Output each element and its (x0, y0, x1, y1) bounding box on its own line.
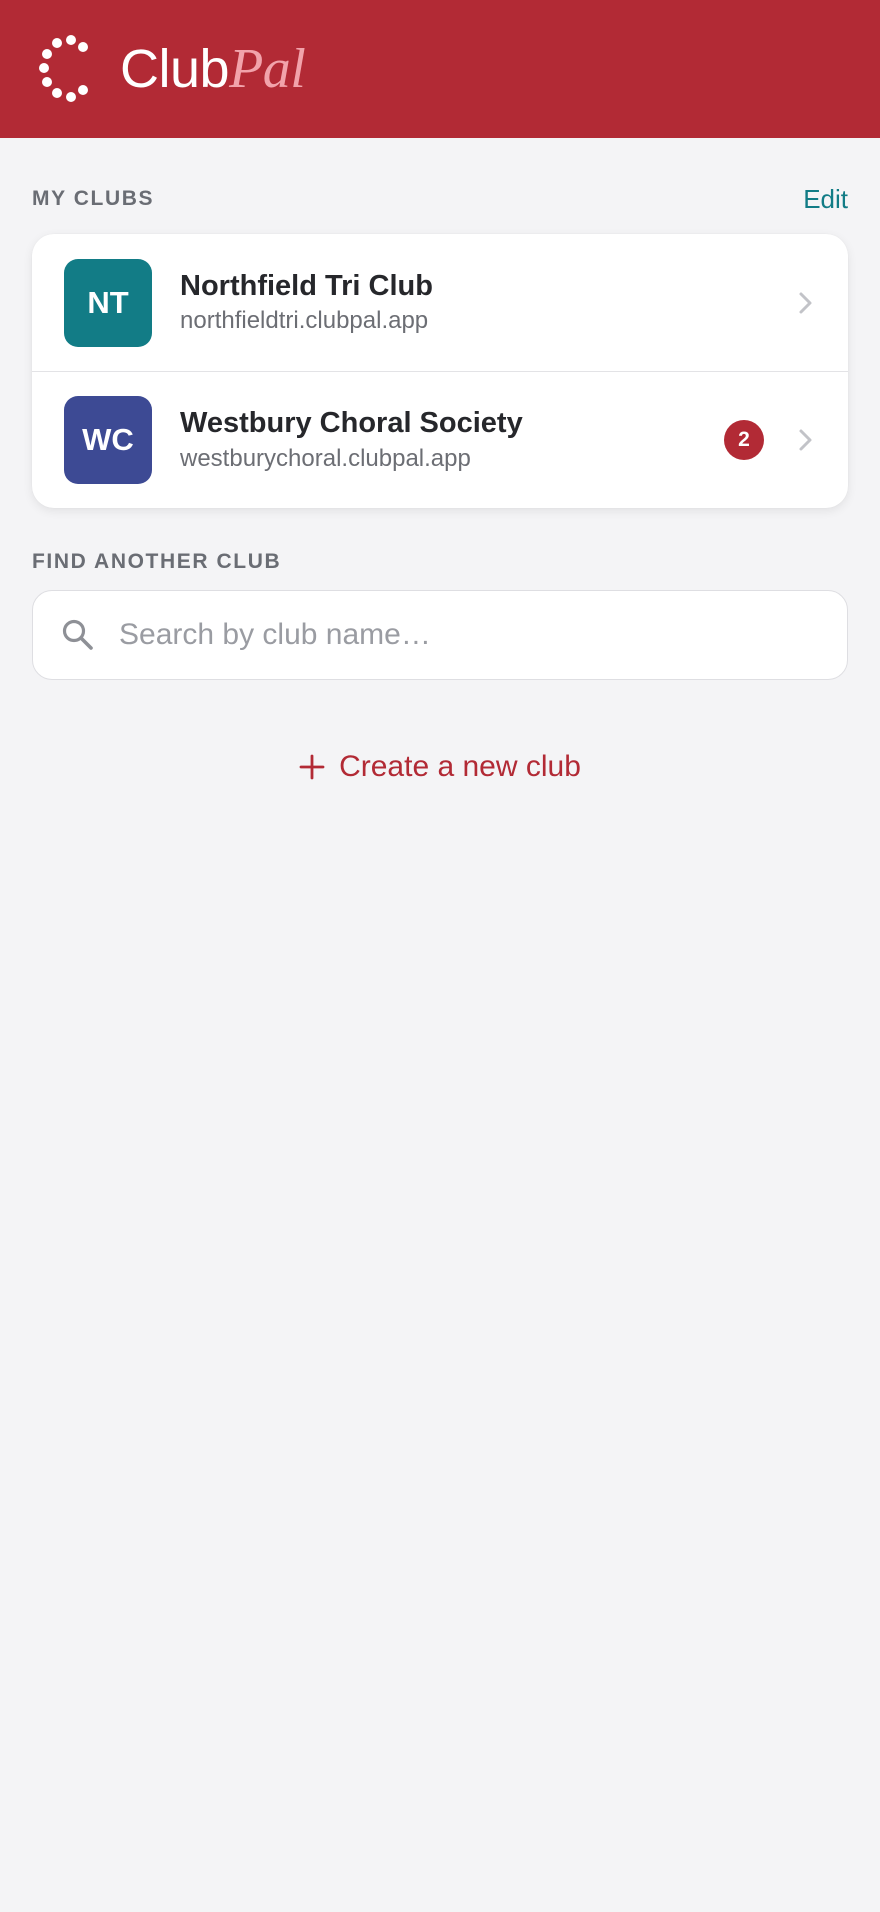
brand-pal-text: Pal (229, 38, 306, 100)
find-club-section-label: FIND ANOTHER CLUB (32, 550, 282, 573)
chevron-right-icon (799, 292, 812, 313)
my-clubs-header: MY CLUBS Edit (32, 184, 848, 214)
app-title: Club Pal (120, 38, 306, 100)
app-header: Club Pal (0, 0, 880, 138)
search-icon (62, 619, 93, 650)
club-name: Northfield Tri Club (180, 269, 433, 302)
create-club-label: Create a new club (339, 750, 581, 783)
my-clubs-section-label: MY CLUBS (32, 187, 155, 210)
brand-club-text: Club (120, 39, 230, 99)
search-input[interactable] (119, 618, 847, 652)
clubpal-logo-icon (39, 35, 88, 102)
club-row-northfield[interactable]: NT Northfield Tri Club northfieldtri.clu… (32, 234, 848, 371)
my-clubs-list: NT Northfield Tri Club northfieldtri.clu… (32, 234, 848, 508)
edit-button[interactable]: Edit (803, 184, 848, 215)
club-url: westburychoral.clubpal.app (180, 444, 471, 472)
club-url: northfieldtri.clubpal.app (180, 307, 429, 335)
chevron-right-icon (799, 429, 812, 451)
main-content: MY CLUBS Edit NT Northfield Tri Club nor… (0, 184, 880, 784)
create-club-button[interactable]: Create a new club (32, 750, 848, 784)
club-row-westbury[interactable]: WC Westbury Choral Society westburychora… (32, 371, 848, 508)
club-info: Northfield Tri Club northfieldtri.clubpa… (180, 270, 798, 335)
club-avatar: NT (64, 258, 152, 347)
notification-badge: 2 (724, 420, 764, 460)
club-avatar: WC (64, 396, 152, 484)
club-name: Westbury Choral Society (180, 407, 523, 440)
club-info: Westbury Choral Society westburychoral.c… (180, 407, 724, 472)
plus-icon (299, 754, 325, 780)
search-box[interactable] (32, 590, 848, 680)
